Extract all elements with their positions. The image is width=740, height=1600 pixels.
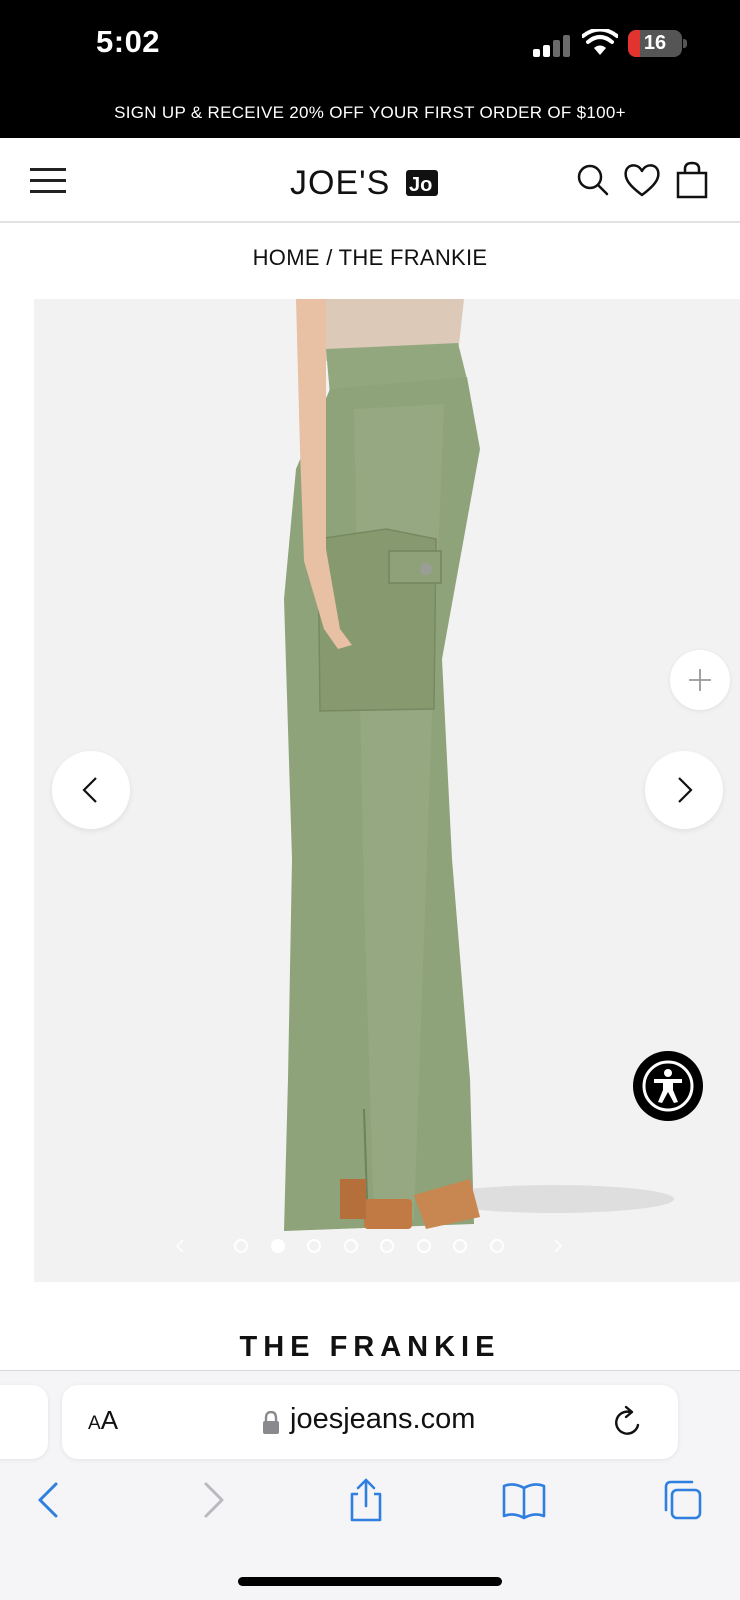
product-gallery[interactable] [34,299,740,1282]
product-title: THE FRANKIE [239,1331,501,1363]
bookmarks-icon[interactable] [502,1478,546,1522]
plus-icon [689,669,711,691]
pagination-dot[interactable] [270,1239,285,1253]
accessibility-button[interactable] [633,1051,703,1121]
site-header: JOE'S Jo [0,138,740,223]
pagination-dot[interactable] [416,1239,431,1253]
breadcrumb-separator: / [319,245,339,270]
pagination-dot[interactable] [307,1239,321,1253]
pagination-dot[interactable] [343,1239,358,1253]
pagination-dot[interactable] [234,1239,248,1253]
pagination-dot[interactable] [453,1239,467,1253]
pagination-prev-icon[interactable] [174,1238,186,1254]
tabs-icon[interactable] [660,1478,704,1522]
battery-icon: 16 [628,30,682,57]
accessibility-icon [642,1060,694,1112]
address-bar[interactable]: AA joesjeans.com [62,1385,678,1459]
browser-chrome: AA joesjeans.com [0,1370,740,1600]
status-time: 5:02 [96,24,161,59]
cellular-signal-icon [533,33,573,57]
gallery-prev-button[interactable] [52,751,130,829]
previous-tab-preview[interactable] [0,1385,48,1459]
reload-icon[interactable] [612,1405,644,1439]
gallery-pagination [168,1236,568,1256]
heart-icon[interactable] [622,160,662,200]
home-indicator [238,1577,502,1586]
menu-icon[interactable] [30,166,66,194]
chevron-right-icon [678,777,693,803]
pagination-next-icon[interactable] [552,1238,564,1254]
svg-text:Jo: Jo [409,174,432,196]
reader-settings-button[interactable]: AA [88,1405,118,1436]
breadcrumb: HOME / THE FRANKIE [0,245,740,271]
brand-logo[interactable]: JOE'S Jo [290,158,450,202]
url-text[interactable]: joesjeans.com [290,1403,475,1436]
forward-icon[interactable] [190,1478,234,1522]
pagination-dot[interactable] [489,1239,504,1253]
share-icon[interactable] [344,1478,388,1522]
bag-icon[interactable] [672,160,712,200]
gallery-next-button[interactable] [645,751,723,829]
status-bar: 5:02 16 [0,0,740,88]
wifi-icon [582,29,618,55]
battery-level: 16 [643,32,667,54]
breadcrumb-current: THE FRANKIE [338,245,488,270]
back-icon[interactable] [28,1478,72,1522]
svg-text:JOE'S: JOE'S [290,164,390,202]
zoom-button[interactable] [670,650,730,710]
product-image[interactable] [34,299,740,1282]
search-icon[interactable] [574,160,614,200]
pagination-dot[interactable] [380,1239,394,1253]
lock-icon [263,1411,279,1434]
promo-banner[interactable]: SIGN UP & RECEIVE 20% OFF YOUR FIRST ORD… [0,88,740,138]
breadcrumb-home-link[interactable]: HOME [253,245,320,270]
chevron-left-icon [82,777,97,803]
header-actions [574,160,714,204]
